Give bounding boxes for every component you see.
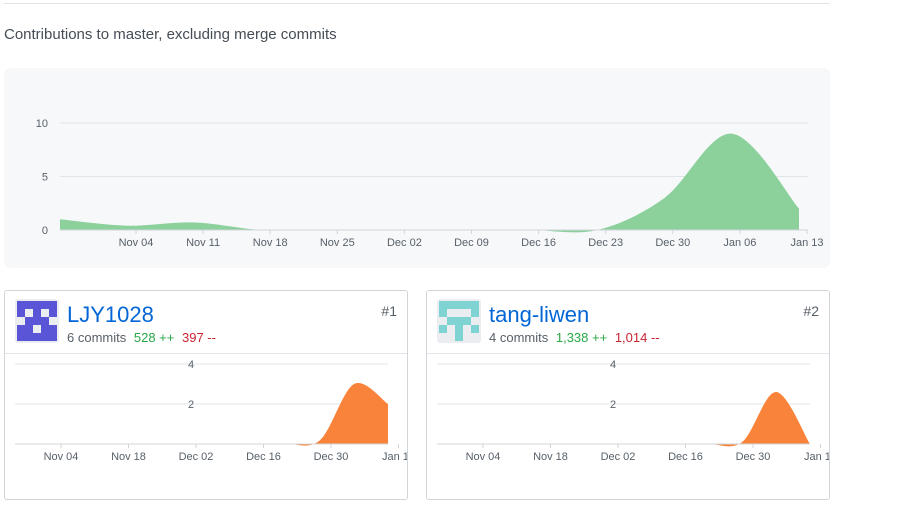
x-tick-label: Jan 13 [804, 451, 829, 463]
x-tick-label: Nov 04 [119, 237, 154, 249]
x-tick-label: Dec 16 [668, 451, 703, 463]
avatar-identicon-icon [439, 301, 479, 341]
y-tick-label: 4 [188, 359, 194, 371]
contributor-stats: 6 commits 528 ++ 397 -- [67, 330, 216, 345]
contributor-card-1: LJY1028 6 commits 528 ++ 397 -- #1 2 4 Nov… [4, 290, 408, 500]
top-divider [4, 3, 830, 4]
y-tick-label: 2 [188, 399, 194, 411]
contributor-card-header: tang-liwen 4 commits 1,338 ++ 1,014 -- #… [427, 291, 829, 354]
contributor-username-link[interactable]: tang-liwen [489, 302, 589, 328]
y-tick-label: 0 [42, 225, 48, 237]
deletions-count: 1,014 -- [614, 330, 660, 345]
contributor-rank: #2 [803, 303, 819, 319]
x-tick-label: Nov 25 [320, 237, 355, 249]
deletions-count: 397 -- [181, 330, 216, 345]
area-series [437, 391, 810, 447]
contributor-2-chart: 2 4 Nov 04 Nov 18 Dec 02 Dec 16 Dec 30 Jan 13 [437, 359, 829, 463]
y-tick-label: 10 [36, 118, 48, 130]
avatar-identicon-icon [17, 301, 57, 341]
x-tick-label: Dec 02 [179, 451, 214, 463]
contributor-card-header: LJY1028 6 commits 528 ++ 397 -- #1 [5, 291, 407, 354]
x-tick-label: Nov 18 [533, 451, 568, 463]
additions-count: 1,338 ++ [555, 330, 608, 345]
additions-count: 528 ++ [133, 330, 175, 345]
x-tick-label: Dec 30 [655, 237, 690, 249]
x-tick-label: Dec 02 [601, 451, 636, 463]
x-tick-label: Dec 16 [521, 237, 556, 249]
y-tick-label: 4 [610, 359, 616, 371]
x-tick-label: Nov 18 [111, 451, 146, 463]
x-tick-label: Jan 13 [382, 451, 407, 463]
commit-count: 4 commits [489, 330, 549, 345]
x-tick-label: Dec 30 [314, 451, 349, 463]
area-series [15, 382, 388, 446]
main-chart-svg: 0 5 10 Nov 04 Nov 11 Nov 18 Nov 25 Dec 02 Dec 09… [36, 118, 824, 249]
contributions-subtitle: Contributions to master, excluding merge… [4, 26, 337, 43]
x-tick-label: Dec 30 [736, 451, 771, 463]
contributor-1-chart: 2 4 Nov 04 Nov 18 Dec 02 Dec 16 Dec 30 Jan 13 [15, 359, 407, 463]
x-tick-label: Dec 16 [246, 451, 281, 463]
contributor-rank: #1 [381, 303, 397, 319]
x-tick-label: Nov 18 [253, 237, 288, 249]
contributor-username-link[interactable]: LJY1028 [67, 302, 154, 328]
y-tick-label: 2 [610, 399, 616, 411]
contributor-avatar-tang-liwen[interactable] [437, 299, 481, 343]
x-tick-label: Dec 09 [454, 237, 489, 249]
contributor-card-2: tang-liwen 4 commits 1,338 ++ 1,014 -- #… [426, 290, 830, 500]
x-tick-label: Dec 23 [588, 237, 623, 249]
x-tick-label: Nov 04 [44, 451, 79, 463]
x-tick-label: Nov 11 [186, 237, 220, 249]
x-tick-label: Dec 02 [387, 237, 422, 249]
x-tick-label: Jan 13 [790, 237, 823, 249]
x-tick-label: Jan 06 [723, 237, 756, 249]
x-tick-label: Nov 04 [466, 451, 501, 463]
y-tick-label: 5 [42, 172, 48, 184]
contributor-stats: 4 commits 1,338 ++ 1,014 -- [489, 330, 660, 345]
area-series [60, 133, 799, 233]
contributor-avatar-ljy1028[interactable] [15, 299, 59, 343]
main-contribution-chart: 0 5 10 Nov 04 Nov 11 Nov 18 Nov 25 Dec 02 Dec 09… [4, 68, 830, 268]
commit-count: 6 commits [67, 330, 127, 345]
